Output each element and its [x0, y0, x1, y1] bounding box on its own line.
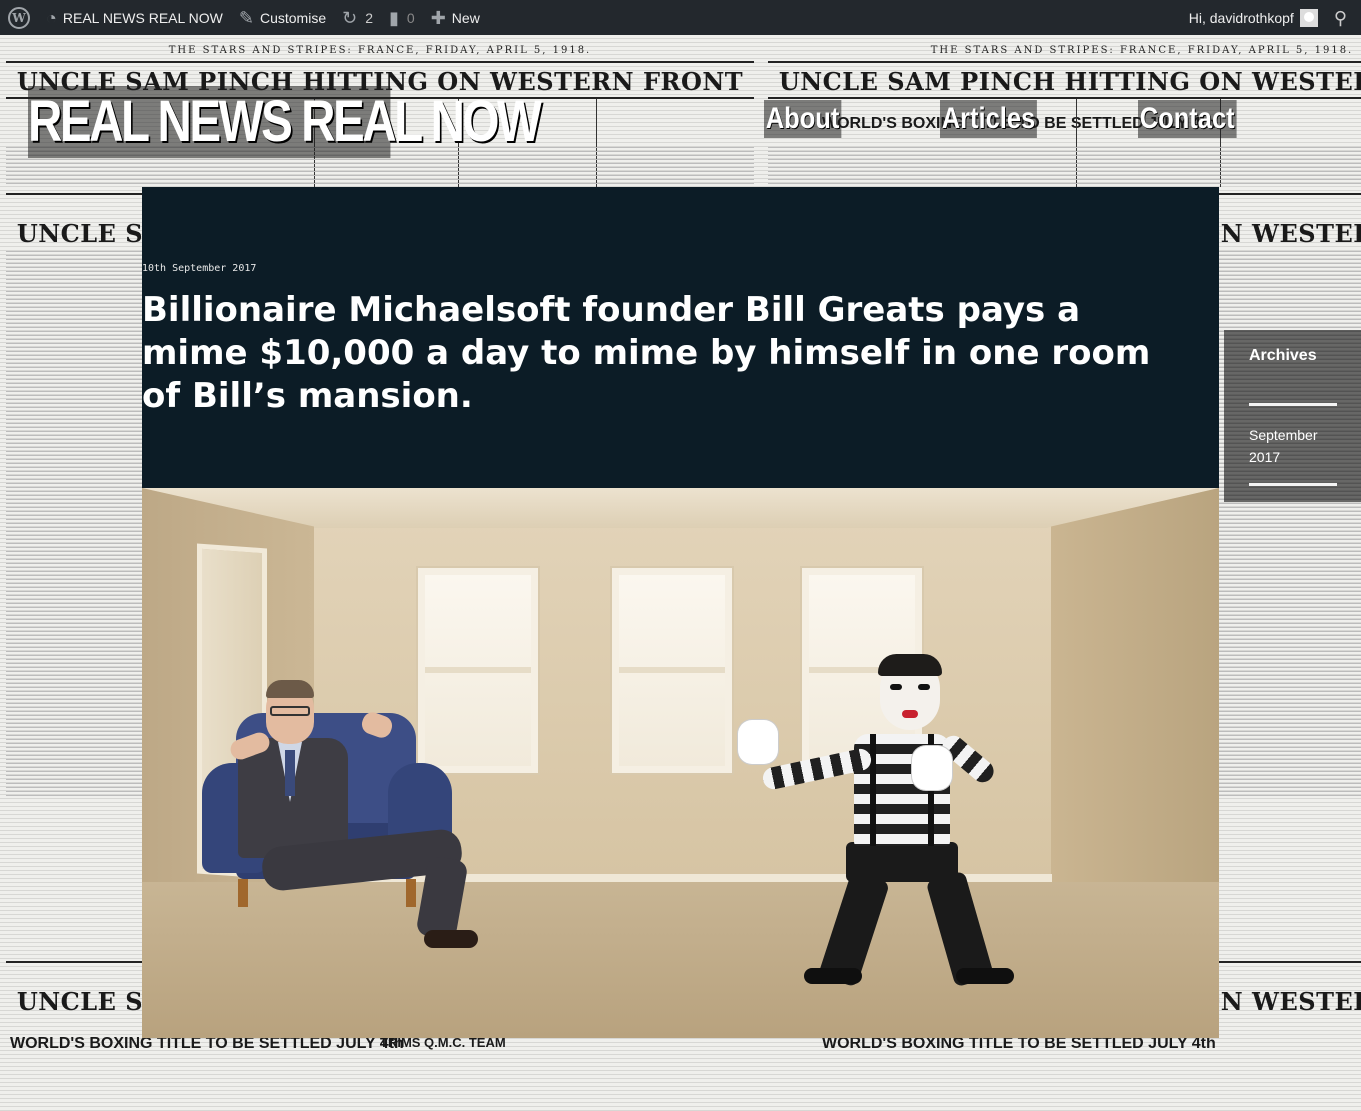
room-window	[612, 568, 732, 773]
comments-link[interactable]: ▮ 0	[381, 0, 423, 35]
avatar	[1299, 8, 1318, 27]
nav-item-contact[interactable]: Contact	[1138, 100, 1237, 138]
site-name-link[interactable]: ◔ REAL NEWS REAL NOW	[38, 0, 231, 35]
admin-bar-secondary: Hi, davidrothkopf ⚲	[1181, 0, 1361, 35]
search-icon: ⚲	[1333, 7, 1347, 28]
comments-count: 0	[406, 9, 415, 26]
divider	[1249, 403, 1337, 406]
nav-item-articles[interactable]: Articles	[940, 100, 1037, 138]
wordpress-logo-icon: W	[8, 6, 30, 29]
featured-image[interactable]	[142, 488, 1219, 1038]
customise-label: Customise	[259, 9, 327, 26]
post-date: 10th September 2017	[142, 263, 257, 274]
archives-widget: Archives September 2017	[1224, 330, 1361, 502]
mime-glove	[738, 720, 778, 764]
newspaper-dateline: THE STARS AND STRIPES: FRANCE, FRIDAY, A…	[168, 45, 592, 56]
nav-item-about[interactable]: About	[764, 100, 842, 138]
site-title[interactable]: REAL NEWS REAL NOW	[28, 86, 542, 158]
post-article: 10th September 2017 Billionaire Michaels…	[142, 187, 1219, 1038]
room-ceiling	[142, 488, 1219, 528]
refresh-icon: ↻	[342, 7, 358, 28]
site-name-label: REAL NEWS REAL NOW	[62, 9, 223, 26]
mime-glove	[912, 746, 952, 790]
my-account-link[interactable]: Hi, davidrothkopf	[1181, 0, 1326, 35]
user-greeting: Hi, davidrothkopf	[1188, 9, 1294, 26]
new-content-link[interactable]: ✚ New	[423, 0, 488, 35]
divider	[1249, 483, 1337, 486]
new-label: New	[451, 9, 480, 26]
admin-bar: W ◔ REAL NEWS REAL NOW ✎ Customise ↻ 2 ▮…	[0, 0, 1361, 35]
post-title[interactable]: Billionaire Michaelsoft founder Bill Gre…	[142, 289, 1182, 418]
paintbrush-icon: ✎	[238, 7, 254, 28]
customise-link[interactable]: ✎ Customise	[231, 0, 334, 35]
updates-link[interactable]: ↻ 2	[334, 0, 381, 35]
plus-icon: ✚	[430, 7, 446, 28]
newspaper-dateline: THE STARS AND STRIPES: FRANCE, FRIDAY, A…	[930, 45, 1354, 56]
search-button[interactable]: ⚲	[1326, 0, 1361, 35]
widget-title: Archives	[1249, 347, 1317, 364]
newspaper-clipping: THE STARS AND STRIPES: FRANCE, FRIDAY, A…	[762, 35, 1361, 187]
updates-count: 2	[365, 9, 373, 26]
mime-figure	[738, 638, 1014, 998]
speech-bubble-icon: ▮	[389, 7, 399, 28]
newspaper-headline: UNCLE SAM PINCH HITTING ON WESTERN FRONT	[778, 67, 1361, 96]
wordpress-menu[interactable]: W	[0, 0, 38, 35]
archive-link-september-2017[interactable]: September 2017	[1249, 424, 1339, 468]
dashboard-gauge-icon: ◔	[46, 7, 57, 28]
